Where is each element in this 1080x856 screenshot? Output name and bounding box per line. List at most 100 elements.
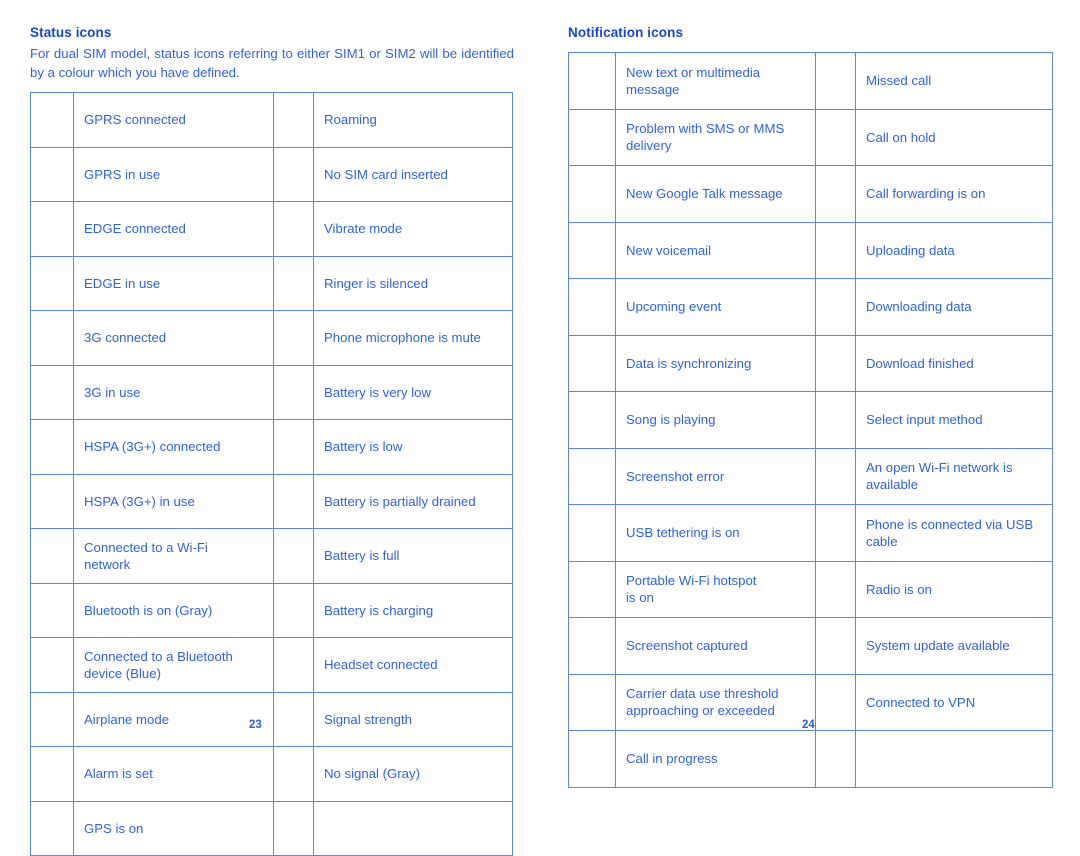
status-glyph-icon <box>273 255 314 311</box>
icon-description-cell: Headset connected <box>313 637 513 693</box>
icon-description-cell: No signal (Gray) <box>313 746 513 802</box>
status-glyph-icon <box>568 52 616 110</box>
icon-description-text: Vibrate mode <box>324 221 403 237</box>
table-row: Portable Wi-Fi hotspot is on Radio is on <box>568 560 1053 618</box>
icon-description-text: Call on hold <box>866 129 936 145</box>
status-glyph-icon <box>568 221 616 279</box>
table-row: Airplane mode Signal strength <box>30 691 513 747</box>
status-glyph-icon <box>273 419 314 475</box>
icon-description-text: Connected to a Wi-Fi network <box>84 539 208 572</box>
icon-description-text: Roaming <box>324 112 377 128</box>
icon-description-cell: Carrier data use threshold approaching or… <box>615 673 816 731</box>
icon-description-cell: Data is synchronizing <box>615 334 816 392</box>
icon-description-text: EDGE in use <box>84 275 161 291</box>
table-row: 3G in use Battery is very low <box>30 364 513 420</box>
status-glyph-icon <box>30 528 74 584</box>
icon-description-cell: Download finished <box>855 334 1053 392</box>
icon-description-cell: Missed call <box>855 52 1053 110</box>
icon-description-cell: Connected to VPN <box>855 673 1053 731</box>
icon-description-cell: Call forwarding is on <box>855 165 1053 223</box>
icon-description-cell: HSPA (3G+) in use <box>73 473 274 529</box>
icon-description-text: New voicemail <box>626 242 712 258</box>
status-glyph-icon <box>568 673 616 731</box>
table-row: Song is playing Select input method <box>568 391 1053 449</box>
table-row: Problem with SMS or MMS delivery Call on h… <box>568 108 1053 166</box>
icon-description-text: Headset connected <box>324 657 438 673</box>
icon-description-cell: Alarm is set <box>73 746 274 802</box>
icon-description-text: Select input method <box>866 412 983 428</box>
table-row: Screenshot captured System update availab… <box>568 617 1053 675</box>
status-glyph-icon <box>568 504 616 562</box>
status-glyph-icon <box>568 617 616 675</box>
status-glyph-icon <box>815 504 856 562</box>
icon-description-cell: Upcoming event <box>615 278 816 336</box>
icon-description-text: Upcoming event <box>626 299 722 315</box>
icon-description-text: Call forwarding is on <box>866 186 986 202</box>
table-row: Connected to a Bluetooth device (Blue) Hea… <box>30 637 513 693</box>
status-glyph-icon <box>815 617 856 675</box>
table-row: GPRS connected Roaming <box>30 92 513 148</box>
table-row: Screenshot error An open Wi-Fi network is… <box>568 447 1053 505</box>
icon-description-cell: Select input method <box>855 391 1053 449</box>
status-icons-table: GPRS connected Roaming GPRS in use No SIM c… <box>30 92 513 856</box>
table-row: Connected to a Wi-Fi network Battery is fu… <box>30 528 513 584</box>
status-glyph-icon <box>273 310 314 366</box>
status-glyph-icon <box>568 560 616 618</box>
icon-description-text: New text or multimedia message <box>626 64 761 97</box>
icon-description-cell: Roaming <box>313 92 513 148</box>
status-glyph-icon <box>30 691 74 747</box>
icon-description-cell: Song is playing <box>615 391 816 449</box>
icon-description-cell: Ringer is silenced <box>313 255 513 311</box>
table-row: Upcoming event Downloading data <box>568 278 1053 336</box>
icon-description-cell: New text or multimedia message <box>615 52 816 110</box>
icon-description-cell: System update available <box>855 617 1053 675</box>
icon-description-cell: GPRS in use <box>73 146 274 202</box>
status-glyph-icon <box>273 473 314 529</box>
icon-description-text: Missed call <box>866 73 932 89</box>
notification-icons-table: New text or multimedia message Missed call… <box>568 52 1053 788</box>
icon-description-text: Bluetooth is on (Gray) <box>84 602 213 618</box>
icon-description-text: Carrier data use threshold approaching or… <box>626 686 779 719</box>
status-glyph-icon <box>30 473 74 529</box>
status-glyph-icon <box>815 391 856 449</box>
icon-description-cell: HSPA (3G+) connected <box>73 419 274 475</box>
status-glyph-icon <box>273 800 314 856</box>
icon-description-text: Battery is low <box>324 439 403 455</box>
icon-description-text: Connected to a Bluetooth device (Blue) <box>84 648 233 681</box>
status-glyph-icon <box>30 582 74 638</box>
icon-description-cell <box>855 730 1053 788</box>
status-glyph-icon <box>30 364 74 420</box>
icon-description-text: No signal (Gray) <box>324 766 421 782</box>
status-glyph-icon <box>273 637 314 693</box>
status-glyph-icon <box>30 419 74 475</box>
icon-description-text: New Google Talk message <box>626 186 783 202</box>
status-glyph-icon <box>568 165 616 223</box>
icon-description-text: GPRS in use <box>84 166 161 182</box>
icon-description-cell: Radio is on <box>855 560 1053 618</box>
table-row: GPS is on <box>30 800 513 856</box>
icon-description-cell: Connected to a Bluetooth device (Blue) <box>73 637 274 693</box>
status-icons-table-body: GPRS connected Roaming GPRS in use No SIM c… <box>30 92 513 856</box>
icon-description-text: Download finished <box>866 355 974 371</box>
icon-description-cell: Airplane mode <box>73 691 274 747</box>
icon-description-cell <box>313 800 513 856</box>
status-glyph-icon <box>815 165 856 223</box>
icon-description-cell: Uploading data <box>855 221 1053 279</box>
icon-description-text: Ringer is silenced <box>324 275 429 291</box>
icon-description-cell: USB tethering is on <box>615 504 816 562</box>
status-glyph-icon <box>568 108 616 166</box>
icon-description-text: Battery is full <box>324 548 400 564</box>
icon-description-cell: Battery is very low <box>313 364 513 420</box>
page-number-right: 24 <box>802 719 815 731</box>
status-glyph-icon <box>815 221 856 279</box>
icon-description-text: Portable Wi-Fi hotspot is on <box>626 573 757 606</box>
status-icons-intro-paragraph: For dual SIM model, status icons referri… <box>30 46 514 80</box>
icon-description-cell: New Google Talk message <box>615 165 816 223</box>
status-glyph-icon <box>815 673 856 731</box>
icon-description-text: USB tethering is on <box>626 525 740 541</box>
icon-description-text: Alarm is set <box>84 766 153 782</box>
table-row: HSPA (3G+) in use Battery is partially dr… <box>30 473 513 529</box>
status-glyph-icon <box>273 146 314 202</box>
icon-description-text: System update available <box>866 638 1010 654</box>
icon-description-cell: Problem with SMS or MMS delivery <box>615 108 816 166</box>
